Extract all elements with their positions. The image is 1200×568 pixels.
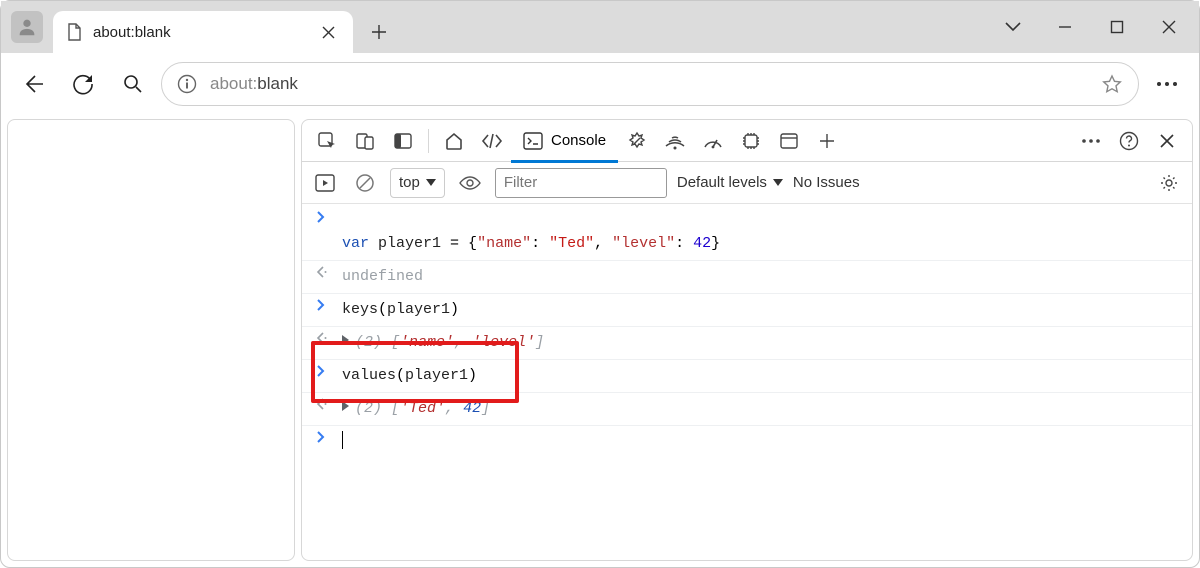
- console-tab-label: Console: [551, 132, 606, 149]
- toggle-sidebar-icon[interactable]: [310, 168, 340, 198]
- device-toolbar-icon[interactable]: [346, 122, 384, 160]
- console-input-row: var player1 = {"name": "Ted", "level": 4…: [302, 206, 1192, 261]
- console-output-row[interactable]: (2) ['name', 'level']: [302, 327, 1192, 360]
- console-output: var player1 = {"name": "Ted", "level": 4…: [302, 204, 1192, 459]
- close-tab-icon[interactable]: [318, 26, 339, 39]
- input-chevron-icon: [316, 431, 332, 443]
- console-settings-icon[interactable]: [1154, 168, 1184, 198]
- url-text: about:blank: [210, 74, 298, 94]
- console-toolbar: top Default levels No Issues: [302, 162, 1192, 204]
- context-label: top: [399, 174, 420, 191]
- favorite-icon[interactable]: [1100, 72, 1124, 96]
- refresh-button[interactable]: [61, 62, 105, 106]
- site-info-icon[interactable]: [176, 73, 198, 95]
- help-icon[interactable]: [1110, 122, 1148, 160]
- elements-tab-icon[interactable]: [473, 122, 511, 160]
- input-chevron-icon: [316, 299, 332, 311]
- performance-tab-icon[interactable]: [694, 122, 732, 160]
- tab-title: about:blank: [93, 24, 308, 41]
- filter-input[interactable]: [495, 168, 667, 198]
- dock-side-icon[interactable]: [384, 122, 422, 160]
- close-devtools-icon[interactable]: [1148, 122, 1186, 160]
- page-icon: [65, 23, 83, 41]
- console-tab[interactable]: Console: [511, 120, 618, 162]
- welcome-tab-icon[interactable]: [435, 122, 473, 160]
- more-tabs-button[interactable]: [808, 122, 846, 160]
- devtools-menu-icon[interactable]: [1072, 122, 1110, 160]
- app-menu-button[interactable]: [1145, 62, 1189, 106]
- close-window-button[interactable]: [1143, 7, 1195, 47]
- chevron-down-icon[interactable]: [987, 7, 1039, 47]
- console-input-row: values(player1): [302, 360, 1192, 393]
- console-prompt-row[interactable]: [302, 426, 1192, 459]
- search-button[interactable]: [111, 62, 155, 106]
- input-chevron-icon: [316, 365, 332, 377]
- input-chevron-icon: [316, 211, 332, 223]
- log-levels-selector[interactable]: Default levels: [677, 174, 783, 191]
- expand-triangle-icon[interactable]: [342, 401, 349, 411]
- browser-tab[interactable]: about:blank: [53, 11, 353, 53]
- live-expression-icon[interactable]: [455, 168, 485, 198]
- network-tab-icon[interactable]: [656, 122, 694, 160]
- console-output-row[interactable]: (2) ['Ted', 42]: [302, 393, 1192, 426]
- clear-console-icon[interactable]: [350, 168, 380, 198]
- output-chevron-icon: [316, 266, 332, 278]
- issues-label[interactable]: No Issues: [793, 174, 860, 191]
- new-tab-button[interactable]: [359, 12, 399, 52]
- console-output-row: undefined: [302, 261, 1192, 294]
- context-selector[interactable]: top: [390, 168, 445, 198]
- application-tab-icon[interactable]: [770, 122, 808, 160]
- minimize-button[interactable]: [1039, 7, 1091, 47]
- back-button[interactable]: [11, 62, 55, 106]
- expand-triangle-icon[interactable]: [342, 335, 349, 345]
- devtools-tabbar: Console: [302, 120, 1192, 162]
- console-input-row: keys(player1): [302, 294, 1192, 327]
- maximize-button[interactable]: [1091, 7, 1143, 47]
- sources-tab-icon[interactable]: [618, 122, 656, 160]
- browser-toolbar: about:blank: [1, 53, 1199, 115]
- devtools-panel: Console: [301, 119, 1193, 561]
- page-content: [7, 119, 295, 561]
- output-chevron-icon: [316, 332, 332, 344]
- memory-tab-icon[interactable]: [732, 122, 770, 160]
- window-controls: [987, 1, 1195, 53]
- output-chevron-icon: [316, 398, 332, 410]
- browser-titlebar: about:blank: [1, 1, 1199, 53]
- address-bar[interactable]: about:blank: [161, 62, 1139, 106]
- profile-button[interactable]: [11, 11, 43, 43]
- inspect-element-icon[interactable]: [308, 122, 346, 160]
